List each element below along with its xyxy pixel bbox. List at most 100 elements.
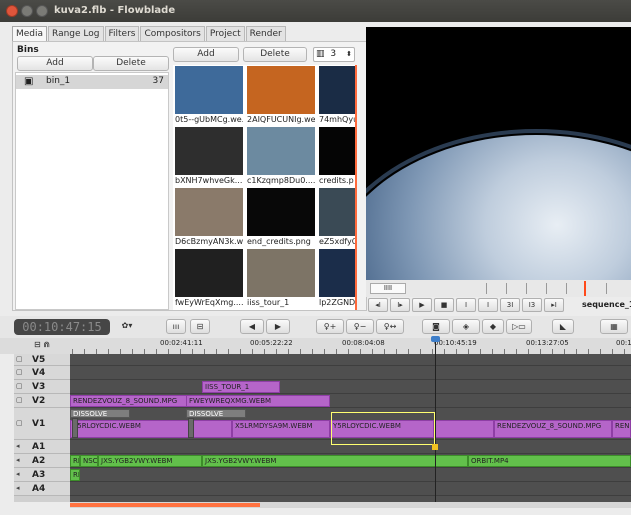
- tab-media[interactable]: Media: [12, 26, 48, 42]
- clip-fweywreqxmg[interactable]: FWEYWREQXMG.WEBM: [186, 395, 330, 407]
- media-thumbnail[interactable]: end_credits.png: [247, 188, 315, 248]
- render-icon[interactable]: ◣: [552, 319, 574, 334]
- next-edit-button[interactable]: ▶: [266, 319, 290, 334]
- prev-edit-button[interactable]: ◀: [240, 319, 264, 334]
- tick-mark: [606, 283, 607, 294]
- stop-button[interactable]: ■: [434, 298, 454, 312]
- flowblade-window: kuva2.flb - Flowblade Media Range Log Fi…: [0, 0, 631, 515]
- clip-nscl-a2[interactable]: NSCL: [80, 455, 98, 467]
- mark-in-button[interactable]: I: [456, 298, 476, 312]
- media-thumbnail[interactable]: eZ5xdfyOmj: [319, 188, 355, 248]
- add-marker-button[interactable]: ♀+: [316, 319, 344, 334]
- media-thumbnail[interactable]: c1Kzqmp8Du0....: [247, 127, 315, 187]
- timeline-scrollbar[interactable]: [70, 502, 631, 508]
- more-tools-icon[interactable]: ▦: [600, 319, 628, 334]
- clip-re-a3[interactable]: RE: [70, 469, 80, 481]
- clip-ren[interactable]: REN: [612, 420, 631, 438]
- tick-mark: [486, 283, 487, 294]
- zoom-box-button[interactable]: ⊟: [190, 319, 210, 334]
- to-end-button[interactable]: ▸I: [544, 298, 564, 312]
- media-thumbnail[interactable]: bXNH7whveGk....: [175, 127, 243, 187]
- track-header-v4[interactable]: ▢ V4: [14, 366, 70, 380]
- mark-out-button[interactable]: I: [478, 298, 498, 312]
- to-mark-out-button[interactable]: I3: [522, 298, 542, 312]
- track-header-v3[interactable]: ▢ V3: [14, 380, 70, 394]
- timeline-ruler[interactable]: ⊟ ⋒ 00:02:41:11 00:05:22:22 00:08:04:08 …: [0, 338, 631, 354]
- minimize-icon[interactable]: [21, 5, 33, 17]
- media-thumbnail[interactable]: D6cBzmyAN3k.w...: [175, 188, 243, 248]
- overwrite-icon[interactable]: ◆: [482, 319, 504, 334]
- tab-project[interactable]: Project: [205, 26, 245, 42]
- sync-icon[interactable]: ◙: [422, 319, 450, 334]
- thumbnail-image: [175, 188, 243, 236]
- track-header-a3[interactable]: ◂ A3: [14, 468, 70, 482]
- media-thumbnail[interactable]: 0t5--gUbMCg.we...: [175, 66, 243, 126]
- title-bar[interactable]: kuva2.flb - Flowblade: [0, 0, 631, 22]
- insert-icon[interactable]: ▷▭: [506, 319, 532, 334]
- clip-jxs-a2-2[interactable]: JXS.YGB2VWY.WEBM: [202, 455, 468, 467]
- to-mark-in-button[interactable]: 3I: [500, 298, 520, 312]
- bin-add-button[interactable]: Add: [17, 56, 93, 71]
- stepper-arrows-icon[interactable]: ⬍: [346, 48, 352, 61]
- track-header-a1[interactable]: ◂ A1: [14, 440, 70, 454]
- maximize-icon[interactable]: [36, 5, 48, 17]
- media-delete-button[interactable]: Delete: [243, 47, 307, 62]
- media-thumbnail[interactable]: 2AIQFUCUNIg.we...: [247, 66, 315, 126]
- tab-range-log[interactable]: Range Log: [48, 26, 104, 42]
- thumbnail-image: [319, 127, 355, 175]
- clip-iiss-tour[interactable]: IISS_TOUR_1: [202, 381, 280, 393]
- thumbnail-image: [175, 66, 243, 114]
- delete-marker-button[interactable]: ♀−: [346, 319, 374, 334]
- video-track-icon: ▢: [16, 355, 23, 363]
- track-header-a2[interactable]: ◂ A2: [14, 454, 70, 468]
- bin-delete-button[interactable]: Delete: [93, 56, 169, 71]
- edit-mode-menu[interactable]: ✿▾: [116, 319, 138, 334]
- clip-re-a2[interactable]: RE: [70, 455, 80, 467]
- position-bar[interactable]: IIII: [366, 280, 631, 297]
- track-header-v2[interactable]: ▢ V2: [14, 394, 70, 408]
- grid-icon: ▥: [316, 49, 325, 59]
- track-header-v1[interactable]: ▢ V1: [14, 408, 70, 440]
- playhead-handle[interactable]: [431, 336, 440, 342]
- clip-rendezvouz-v2[interactable]: RENDEZVOUZ_8_SOUND.MPG: [70, 395, 200, 407]
- window-title: kuva2.flb - Flowblade: [54, 5, 176, 16]
- close-icon[interactable]: [6, 5, 18, 17]
- tab-render[interactable]: Render: [245, 26, 286, 42]
- bin-row[interactable]: ▣ bin_1 37: [16, 75, 168, 89]
- tab-filters[interactable]: Filters: [104, 26, 140, 42]
- earth-image: [366, 135, 631, 280]
- tab-compositors[interactable]: Compositors: [140, 26, 205, 42]
- clip-gap[interactable]: [434, 420, 494, 438]
- timeline-playhead[interactable]: [435, 338, 436, 502]
- dissolve-transition[interactable]: DISSOLVE: [70, 409, 130, 418]
- media-thumbnail[interactable]: 74mhQyuy8: [319, 66, 355, 126]
- media-add-button[interactable]: Add: [173, 47, 239, 62]
- track-header-a4[interactable]: ◂ A4: [14, 482, 70, 496]
- media-thumbnail[interactable]: iiss_tour_1: [247, 249, 315, 309]
- dissolve-transition[interactable]: DISSOLVE: [186, 409, 246, 418]
- scrollbar-thumb[interactable]: [70, 503, 260, 507]
- marker-range-button[interactable]: ♀↔: [376, 319, 404, 334]
- thumbnail-size-spinner[interactable]: ▥ 3 ⬍: [313, 47, 355, 62]
- play-button[interactable]: ▶: [412, 298, 432, 312]
- audio-track-icon: ◂: [16, 456, 20, 464]
- track-header-v5[interactable]: ▢ V5: [14, 354, 70, 366]
- split-icon[interactable]: ◈: [452, 319, 480, 334]
- prev-frame-button[interactable]: ◂I: [368, 298, 388, 312]
- position-zoom-box[interactable]: IIII: [370, 283, 406, 294]
- track-name: V1: [32, 418, 46, 429]
- media-thumbnail[interactable]: lp2ZGND1IS: [319, 249, 355, 309]
- clip-y5rloycdic[interactable]: Y5RLOYCDIC.WEBM: [70, 420, 232, 438]
- clip-orbit-a2[interactable]: ORBIT.MP4: [468, 455, 631, 467]
- position-playhead[interactable]: [584, 281, 586, 296]
- zoom-fit-button[interactable]: ııı: [166, 319, 186, 334]
- video-track-icon: ▢: [16, 368, 23, 376]
- bins-list: ▣ bin_1 37: [15, 72, 169, 310]
- media-thumbnail[interactable]: credits.p: [319, 127, 355, 187]
- clip-x5lrmdysa9m[interactable]: X5LRMDYSA9M.WEBM: [232, 420, 330, 438]
- media-scrollbar[interactable]: [355, 65, 357, 310]
- clip-jxs-a2[interactable]: JXS.YGB2VWY.WEBM: [98, 455, 202, 467]
- media-thumbnail[interactable]: fwEyWrEqXmg....: [175, 249, 243, 309]
- clip-rendezvouz-v1[interactable]: RENDEZVOUZ_8_SOUND.MPG: [494, 420, 612, 438]
- next-frame-button[interactable]: I▸: [390, 298, 410, 312]
